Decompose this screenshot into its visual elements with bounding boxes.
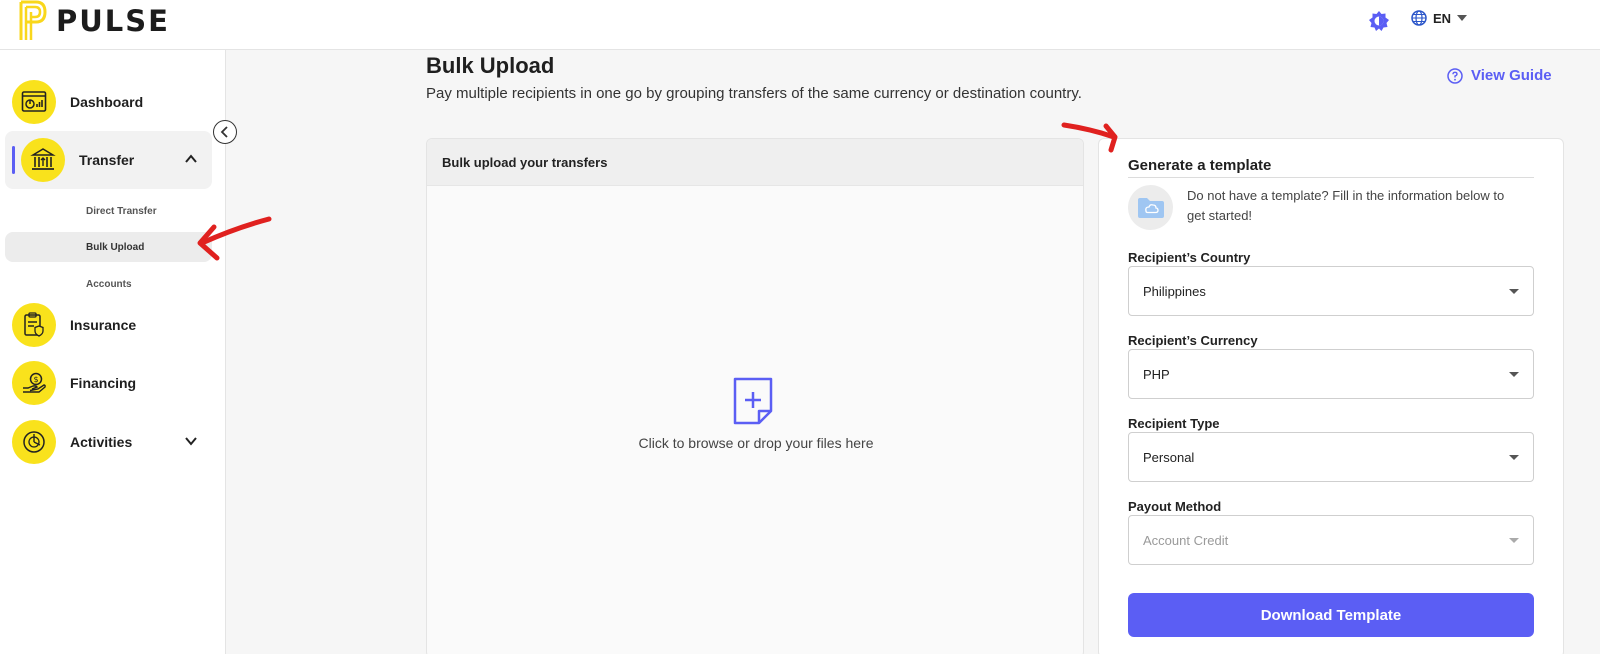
template-card-title: Generate a template xyxy=(1128,157,1272,174)
recipient-currency-label: Recipient’s Currency xyxy=(1128,333,1258,348)
collapse-sidebar-button[interactable] xyxy=(213,120,237,144)
recipient-country-select[interactable]: Philippines xyxy=(1128,266,1534,316)
brand-name: PULSE xyxy=(56,4,170,38)
template-info-text: Do not have a template? Fill in the info… xyxy=(1187,188,1505,223)
brand-logo[interactable]: PULSE xyxy=(18,0,170,42)
globe-icon xyxy=(1411,10,1427,26)
select-value: PHP xyxy=(1143,366,1170,382)
sidebar-item-label: Financing xyxy=(70,375,137,391)
caret-down-icon xyxy=(1509,289,1519,294)
caret-down-icon xyxy=(1509,455,1519,460)
bank-transfer-icon xyxy=(30,148,56,170)
activities-icon xyxy=(23,431,45,453)
payout-method-label: Payout Method xyxy=(1128,499,1222,514)
page-subtitle: Pay multiple recipients in one go by gro… xyxy=(426,85,1082,102)
sidebar-subitem-accounts[interactable]: Accounts xyxy=(5,269,212,299)
transfer-icon-wrap xyxy=(21,138,65,182)
sidebar-item-dashboard[interactable]: Dashboard xyxy=(0,73,212,131)
page-title: Bulk Upload xyxy=(426,53,555,78)
file-dropzone[interactable]: Click to browse or drop your files here xyxy=(427,186,1083,654)
caret-down-icon xyxy=(1509,372,1519,377)
folder-cloud-icon xyxy=(1128,185,1173,230)
payout-method-select[interactable]: Account Credit xyxy=(1128,515,1534,565)
sidebar-item-label: Dashboard xyxy=(70,94,144,110)
chevron-left-icon xyxy=(220,126,228,138)
sidebar-item-label: Activities xyxy=(70,434,133,450)
dropzone-text: Click to browse or drop your files here xyxy=(638,435,874,451)
select-placeholder: Account Credit xyxy=(1143,532,1229,548)
insurance-icon xyxy=(24,312,44,337)
select-value: Philippines xyxy=(1143,283,1206,299)
sidebar: Dashboard Transfer Direct Transfer Bulk … xyxy=(0,50,226,654)
recipient-currency-select[interactable]: PHP xyxy=(1128,349,1534,399)
dashboard-icon xyxy=(21,91,47,112)
help-circle-icon xyxy=(1447,67,1463,84)
download-template-button[interactable]: Download Template xyxy=(1128,593,1534,637)
active-indicator xyxy=(12,146,15,174)
select-value: Personal xyxy=(1143,449,1195,465)
upload-card-heading: Bulk upload your transfers xyxy=(427,139,1083,186)
sidebar-item-insurance[interactable]: Insurance xyxy=(0,296,212,354)
view-guide-link[interactable]: View Guide xyxy=(1447,67,1552,84)
dashboard-icon-wrap xyxy=(12,80,56,124)
language-code: EN xyxy=(1433,10,1452,26)
pulse-logo-icon xyxy=(19,0,47,40)
caret-down-icon xyxy=(1457,15,1468,21)
theme-toggle-icon[interactable] xyxy=(1368,10,1390,32)
sidebar-item-financing[interactable]: $ Financing xyxy=(0,354,212,412)
caret-down-icon xyxy=(1509,538,1519,543)
bulk-upload-card: Bulk upload your transfers Click to brow… xyxy=(426,138,1084,654)
divider xyxy=(1128,177,1534,178)
svg-text:$: $ xyxy=(34,375,39,384)
sidebar-item-transfer[interactable]: Transfer xyxy=(5,131,212,189)
sidebar-subitem-bulk-upload[interactable]: Bulk Upload xyxy=(5,232,212,262)
sidebar-item-activities[interactable]: Activities xyxy=(0,413,212,471)
sidebar-item-label: Insurance xyxy=(70,317,137,333)
chevron-down-icon xyxy=(185,437,197,446)
recipient-country-label: Recipient’s Country xyxy=(1128,250,1251,265)
activities-icon-wrap xyxy=(12,420,56,464)
generate-template-card: Generate a template Do not have a templa… xyxy=(1098,138,1564,654)
financing-icon-wrap: $ xyxy=(12,361,56,405)
view-guide-label: View Guide xyxy=(1471,67,1552,84)
language-selector[interactable]: EN xyxy=(1411,10,1468,26)
top-bar: PULSE EN xyxy=(0,0,1600,50)
insurance-icon-wrap xyxy=(12,303,56,347)
sidebar-item-label: Transfer xyxy=(79,152,135,168)
recipient-type-select[interactable]: Personal xyxy=(1128,432,1534,482)
sidebar-subitem-direct-transfer[interactable]: Direct Transfer xyxy=(5,196,212,226)
file-add-icon xyxy=(733,377,773,425)
recipient-type-label: Recipient Type xyxy=(1128,416,1220,431)
financing-icon: $ xyxy=(23,372,46,393)
chevron-up-icon xyxy=(185,154,197,163)
